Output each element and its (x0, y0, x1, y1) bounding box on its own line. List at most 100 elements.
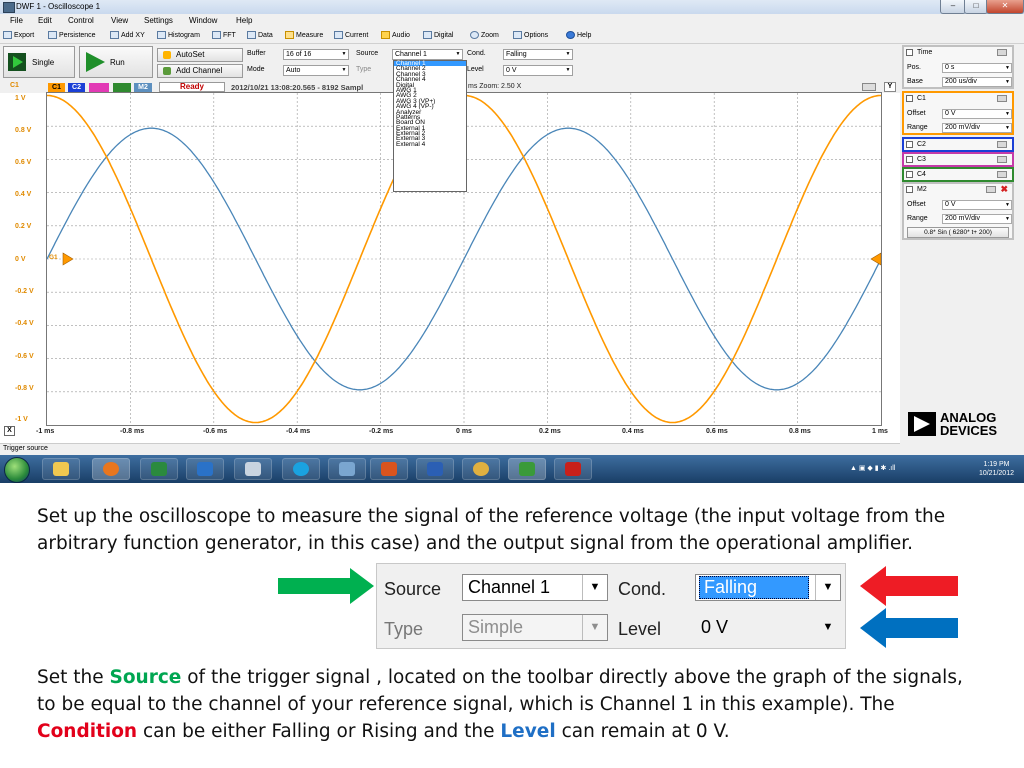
c2-group: C2 (902, 137, 1014, 152)
zoom-cond-select[interactable]: Falling ▼ (695, 574, 841, 601)
data-icon (247, 31, 256, 39)
menu-edit[interactable]: Edit (38, 16, 52, 25)
data-button[interactable]: Data (247, 31, 273, 39)
c1-checkbox[interactable] (906, 95, 913, 102)
options-icon[interactable] (997, 156, 1007, 163)
taskbar-media[interactable] (186, 458, 224, 480)
fft-button[interactable]: FFT (212, 31, 236, 39)
dropdown-arrow-icon: ▼ (815, 575, 840, 600)
dropdown-arrow-icon: ▼ (1005, 125, 1010, 131)
zoom-type-select[interactable]: Simple ▼ (462, 614, 608, 641)
taskbar-skype[interactable] (282, 458, 320, 480)
remove-channel-icon[interactable]: ✖ (1000, 184, 1008, 195)
zoom-source-select[interactable]: Channel 1 ▼ (462, 574, 608, 601)
menu-window[interactable]: Window (189, 16, 217, 25)
tag-c3[interactable] (89, 83, 109, 92)
y-tick-label: -0.6 V (15, 353, 34, 360)
c3-checkbox[interactable] (906, 156, 913, 163)
tag-c1[interactable]: C1 (48, 83, 65, 92)
options-icon[interactable] (997, 95, 1007, 102)
options-icon[interactable] (997, 49, 1007, 56)
source-select[interactable]: Channel 1 ▼ (392, 49, 463, 60)
taskbar-calculator[interactable] (234, 458, 272, 480)
time-base-select[interactable]: 200 us/div ▼ (942, 77, 1012, 87)
export-button[interactable]: Export (3, 31, 34, 39)
dropdown-arrow-icon: ▼ (565, 51, 571, 57)
measure-button[interactable]: Measure (285, 31, 323, 39)
options-icon[interactable] (986, 186, 996, 193)
taskbar-paint[interactable] (462, 458, 500, 480)
taskbar-excel[interactable] (140, 458, 178, 480)
persistence-button[interactable]: Persistence (48, 31, 96, 39)
audio-button[interactable]: Audio (381, 31, 410, 39)
buffer-select[interactable]: 16 of 16 ▼ (283, 49, 349, 60)
plot-options-icon[interactable] (862, 83, 876, 91)
m2-range-select[interactable]: 200 mV/div ▼ (942, 214, 1012, 224)
x-tick-label: -0.4 ms (286, 428, 311, 435)
current-button[interactable]: Current (334, 31, 368, 39)
taskbar-firefox[interactable] (92, 458, 130, 480)
taskbar-clock[interactable]: 1:19 PM 10/21/2012 (979, 460, 1014, 478)
menu-settings[interactable]: Settings (144, 16, 173, 25)
c4-checkbox[interactable] (906, 171, 913, 178)
dropdown-arrow-icon: ▼ (1005, 111, 1010, 117)
time-checkbox[interactable] (906, 49, 913, 56)
menu-file[interactable]: File (10, 16, 23, 25)
tag-c2[interactable]: C2 (68, 83, 85, 92)
time-position-input[interactable]: 0 s ▼ (942, 63, 1012, 73)
y-tick-label: -0.8 V (15, 385, 34, 392)
single-button[interactable]: Single (3, 46, 75, 78)
skype-icon (293, 462, 309, 476)
red-arrow-icon (860, 566, 958, 606)
start-button[interactable] (4, 457, 30, 483)
taskbar-powerpoint[interactable] (370, 458, 408, 480)
maximize-button[interactable]: □ (964, 0, 988, 14)
zoom-button[interactable]: Zoom (470, 31, 499, 39)
zoom-level-input[interactable]: 0 V ▼ (695, 614, 841, 641)
close-button[interactable]: ✕ (986, 0, 1024, 14)
tag-c4[interactable] (113, 83, 131, 92)
menu-control[interactable]: Control (68, 16, 94, 25)
c2-checkbox[interactable] (906, 141, 913, 148)
histogram-button[interactable]: Histogram (157, 31, 200, 39)
add-channel-button[interactable]: Add Channel (157, 64, 243, 78)
autoset-button[interactable]: AutoSet (157, 48, 243, 62)
waveforms-icon (519, 462, 535, 476)
c1-range-select[interactable]: 200 mV/div ▼ (942, 123, 1012, 133)
add-xy-button[interactable]: Add XY (110, 31, 145, 39)
options-button[interactable]: Options (513, 31, 548, 39)
folder-icon (53, 462, 69, 476)
menu-help[interactable]: Help (236, 16, 252, 25)
dropdown-option[interactable]: External 4 (394, 141, 466, 148)
m2-checkbox[interactable] (906, 186, 913, 193)
right-panel: Time Pos. 0 s ▼ Base 200 us/div ▼ C1 Offset 0… (900, 44, 1024, 444)
cond-select[interactable]: Falling ▼ (503, 49, 573, 60)
minimize-button[interactable]: – (940, 0, 966, 14)
tray-icons[interactable]: ▲ ▣ ◆ ▮ ✱ .ıll (850, 464, 895, 472)
trigger-level-marker-right[interactable] (870, 252, 881, 266)
options-icon[interactable] (997, 171, 1007, 178)
firefox-icon (103, 462, 119, 476)
y-axis-button[interactable]: Y (884, 82, 896, 92)
close-plot-button[interactable]: X (4, 426, 15, 436)
m2-formula-button[interactable]: 0.8* Sin ( 6280* t+ 200) (907, 227, 1009, 238)
mode-select[interactable]: Auto ▼ (283, 65, 349, 76)
status-text: Trigger source (3, 445, 48, 452)
level-input[interactable]: 0 V ▼ (503, 65, 573, 76)
c1-offset-input[interactable]: 0 V ▼ (942, 109, 1012, 119)
taskbar-word[interactable] (416, 458, 454, 480)
options-icon[interactable] (997, 141, 1007, 148)
tag-m2[interactable]: M2 (134, 83, 152, 92)
dropdown-arrow-icon: ▼ (455, 51, 461, 57)
run-button[interactable]: Run (79, 46, 153, 78)
help-button[interactable]: Help (566, 31, 591, 39)
taskbar-waveforms[interactable] (508, 458, 546, 480)
trigger-level-marker[interactable] (62, 252, 74, 266)
m2-offset-input[interactable]: 0 V ▼ (942, 200, 1012, 210)
taskbar-explorer[interactable] (42, 458, 80, 480)
digital-button[interactable]: Digital (423, 31, 453, 39)
x-tick-label: 1 ms (872, 428, 888, 435)
menu-view[interactable]: View (111, 16, 128, 25)
taskbar-mail[interactable] (328, 458, 366, 480)
taskbar-acrobat[interactable] (554, 458, 592, 480)
